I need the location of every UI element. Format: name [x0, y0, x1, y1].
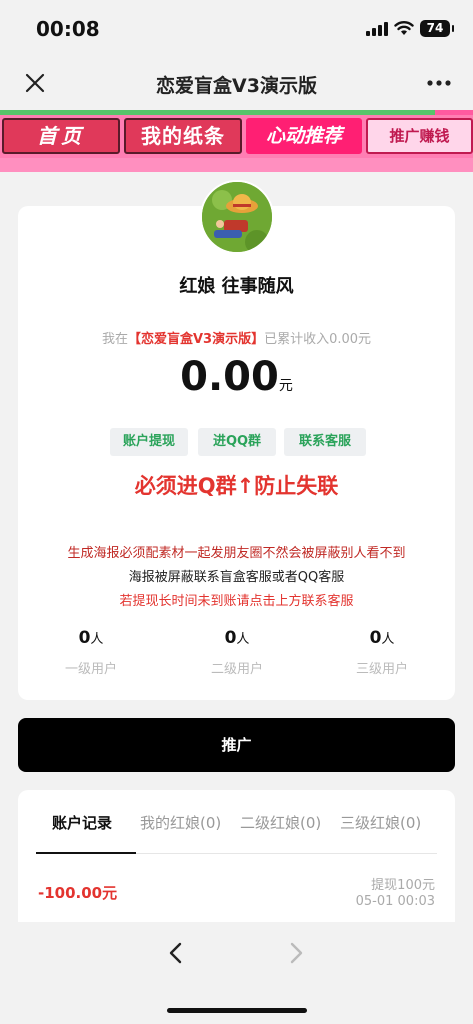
income-app-name: 【恋爱盲盒V3演示版】: [127, 332, 265, 347]
banner-tab-home[interactable]: 首页: [2, 118, 120, 154]
status-time: 00:08: [36, 17, 100, 41]
level-3-count: 0: [369, 628, 382, 648]
income-prefix: 我在: [101, 332, 128, 347]
promote-button[interactable]: 推广: [18, 718, 455, 772]
level-2-stat: 0人 二级用户: [164, 628, 310, 677]
level-2-count: 0: [224, 628, 237, 648]
status-bar: 00:08 74: [0, 0, 473, 58]
record-amount: -100.00元: [38, 884, 118, 902]
record-tabs: 账户记录 我的红娘(0) 二级红娘(0) 三级红娘(0): [18, 790, 455, 854]
withdraw-button[interactable]: 账户提现: [110, 428, 188, 456]
balance: 0.00元: [18, 354, 455, 400]
level-2-unit: 人: [236, 632, 250, 647]
profile-card: 红娘 往事随风 我在【恋爱盲盒V3演示版】已累计收入0.00元 0.00元 账户…: [18, 180, 455, 700]
chevron-left-icon[interactable]: [162, 938, 190, 968]
balance-unit: 元: [278, 378, 293, 394]
record-time: 05-01 00:03: [355, 894, 435, 909]
wifi-icon: [394, 21, 414, 35]
tab-my-matchmakers[interactable]: 我的红娘(0): [140, 812, 221, 833]
banner-tabs: 首页 我的纸条 心动推荐 推广赚钱: [0, 118, 473, 154]
level-3-unit: 人: [381, 632, 395, 647]
tab-level-2-matchmakers[interactable]: 二级红娘(0): [240, 812, 321, 833]
notice-text: 生成海报必须配素材一起发朋友圈不然会被屏蔽别人看不到 海报被屏蔽联系盲盒客服或者…: [18, 542, 455, 614]
action-buttons: 账户提现 进QQ群 联系客服: [110, 428, 370, 456]
nav-bar: 恋爱盲盒V3演示版: [0, 58, 473, 110]
income-summary: 我在【恋爱盲盒V3演示版】已累计收入0.00元: [18, 328, 455, 347]
level-1-stat: 0人 一级用户: [18, 628, 164, 677]
signal-icon: [366, 22, 388, 36]
battery-indicator: 74: [420, 20, 454, 37]
income-suffix: 已累计收入0.00元: [264, 332, 372, 347]
records-panel: 账户记录 我的红娘(0) 二级红娘(0) 三级红娘(0) -100.00元 提现…: [18, 790, 455, 922]
banner-stripe: [0, 110, 473, 115]
level-stats: 0人 一级用户 0人 二级用户 0人 三级用户: [18, 628, 455, 688]
level-2-label: 二级用户: [210, 662, 263, 677]
user-name: 红娘 往事随风: [179, 276, 294, 297]
contact-support-button[interactable]: 联系客服: [284, 428, 366, 456]
notice-line-3: 若提现长时间未到账请点击上方联系客服: [119, 594, 354, 609]
balance-amount: 0.00: [180, 354, 279, 400]
avatar-image: [202, 182, 272, 252]
notice-line-2: 海报被屏蔽联系盲盒客服或者QQ客服: [128, 570, 345, 585]
tab-level-3-matchmakers[interactable]: 三级红娘(0): [340, 812, 421, 833]
level-3-stat: 0人 三级用户: [309, 628, 455, 677]
top-banner: 首页 我的纸条 心动推荐 推广赚钱: [0, 110, 473, 172]
active-tab-indicator: [36, 852, 136, 854]
more-icon[interactable]: [424, 72, 454, 94]
banner-tab-recommend[interactable]: 心动推荐: [246, 118, 362, 154]
avatar: [200, 180, 274, 254]
notice-line-1: 生成海报必须配素材一起发朋友圈不然会被屏蔽别人看不到: [67, 546, 406, 561]
tab-account-records[interactable]: 账户记录: [52, 812, 112, 833]
level-1-unit: 人: [90, 632, 104, 647]
warning-text: 必须进Q群↑防止失联: [134, 474, 339, 498]
chevron-right-icon[interactable]: [282, 938, 310, 968]
page-title: 恋爱盲盒V3演示版: [156, 75, 317, 97]
browser-toolbar: [0, 922, 473, 1024]
home-indicator: [167, 1008, 307, 1013]
level-3-label: 三级用户: [355, 662, 408, 677]
banner-bottom-strip: [0, 158, 473, 172]
level-1-count: 0: [78, 628, 91, 648]
banner-stripe-accent: [435, 110, 473, 115]
level-1-label: 一级用户: [64, 662, 117, 677]
banner-tab-my-notes[interactable]: 我的纸条: [124, 118, 242, 154]
record-description: 提现100元: [371, 878, 435, 893]
join-qq-group-button[interactable]: 进QQ群: [198, 428, 276, 456]
banner-tab-promote[interactable]: 推广赚钱: [366, 118, 473, 154]
